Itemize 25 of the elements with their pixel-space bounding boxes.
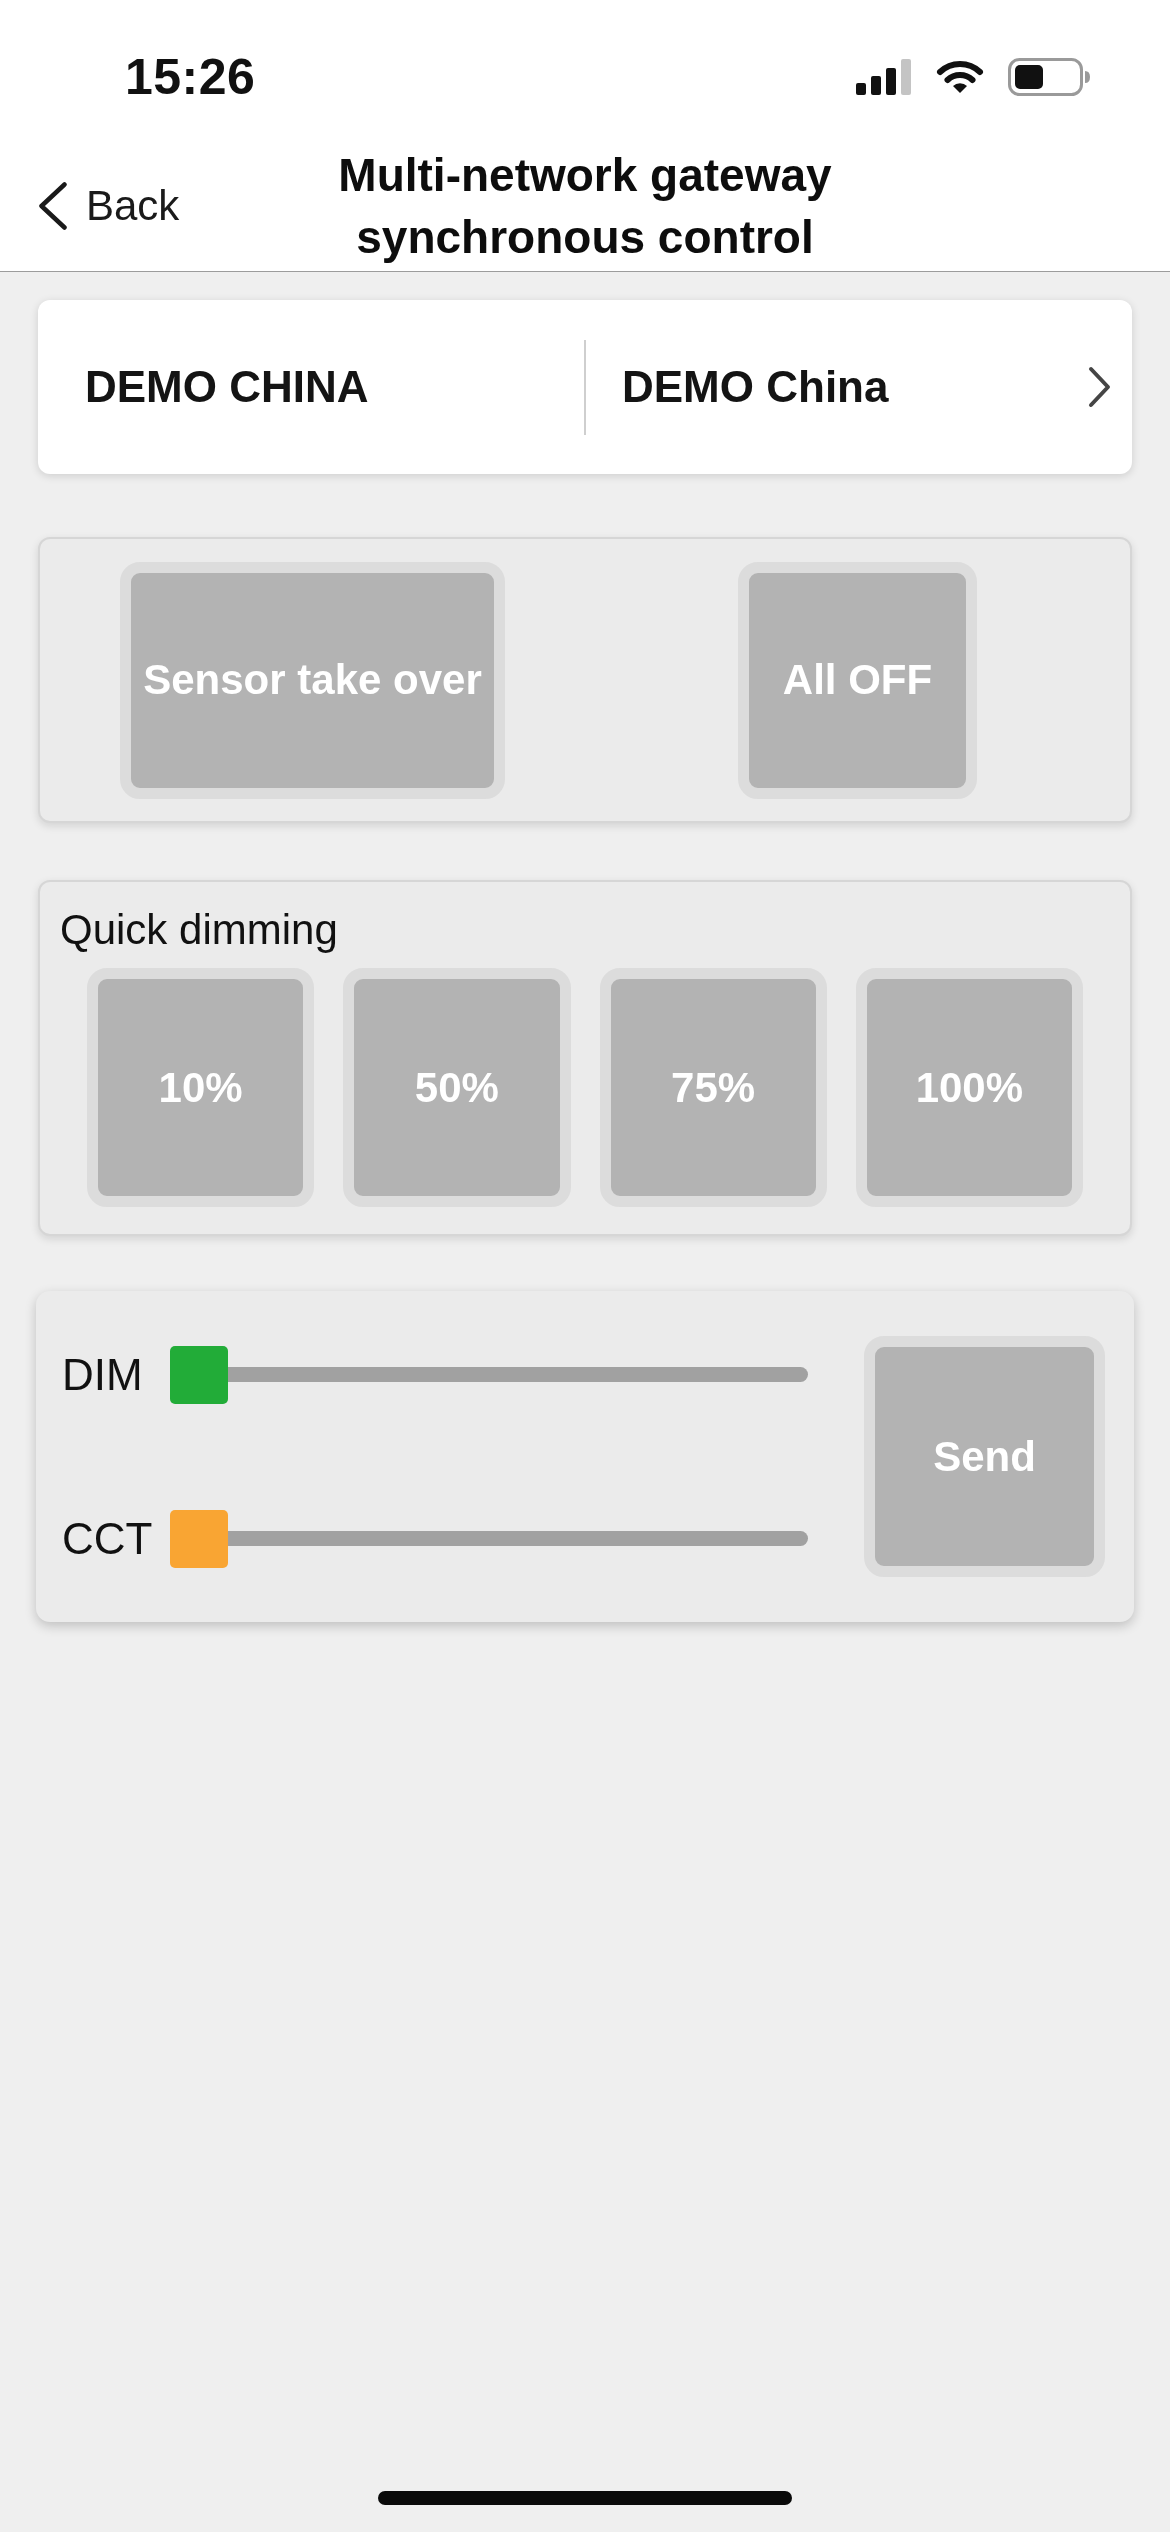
wifi-icon <box>936 59 984 95</box>
dimming-preset-button[interactable]: 10% <box>87 968 315 1207</box>
page-title: Multi-network gateway synchronous control <box>337 147 833 265</box>
back-button[interactable]: Back <box>38 181 180 230</box>
status-time: 15:26 <box>125 48 256 106</box>
slider-thumb[interactable] <box>170 1509 228 1568</box>
send-button[interactable]: Send <box>864 1336 1105 1577</box>
slider-label: DIM <box>62 1349 144 1400</box>
slider-track[interactable] <box>170 1345 808 1404</box>
slider-label: CCT <box>62 1513 154 1564</box>
dimming-preset-button[interactable]: 75% <box>599 968 827 1207</box>
selector-text: DEMO China <box>622 362 889 412</box>
action-button[interactable]: All OFF <box>738 561 977 799</box>
chevron-right-icon <box>1088 366 1112 408</box>
slider-thumb[interactable] <box>170 1345 228 1404</box>
chevron-left-icon <box>38 181 68 230</box>
section-title: Quick dimming <box>59 905 339 955</box>
dimming-preset-button[interactable]: 100% <box>855 968 1083 1207</box>
action-button[interactable]: Sensor take over <box>120 561 505 799</box>
dimming-preset-button[interactable]: 50% <box>343 968 571 1207</box>
battery-icon <box>1008 58 1090 96</box>
selector-text: DEMO CHINA <box>85 362 369 412</box>
gateway-selector-card[interactable]: DEMO CHINA DEMO China <box>38 300 1132 474</box>
slider-track[interactable] <box>170 1509 808 1568</box>
signal-icon <box>856 59 912 95</box>
